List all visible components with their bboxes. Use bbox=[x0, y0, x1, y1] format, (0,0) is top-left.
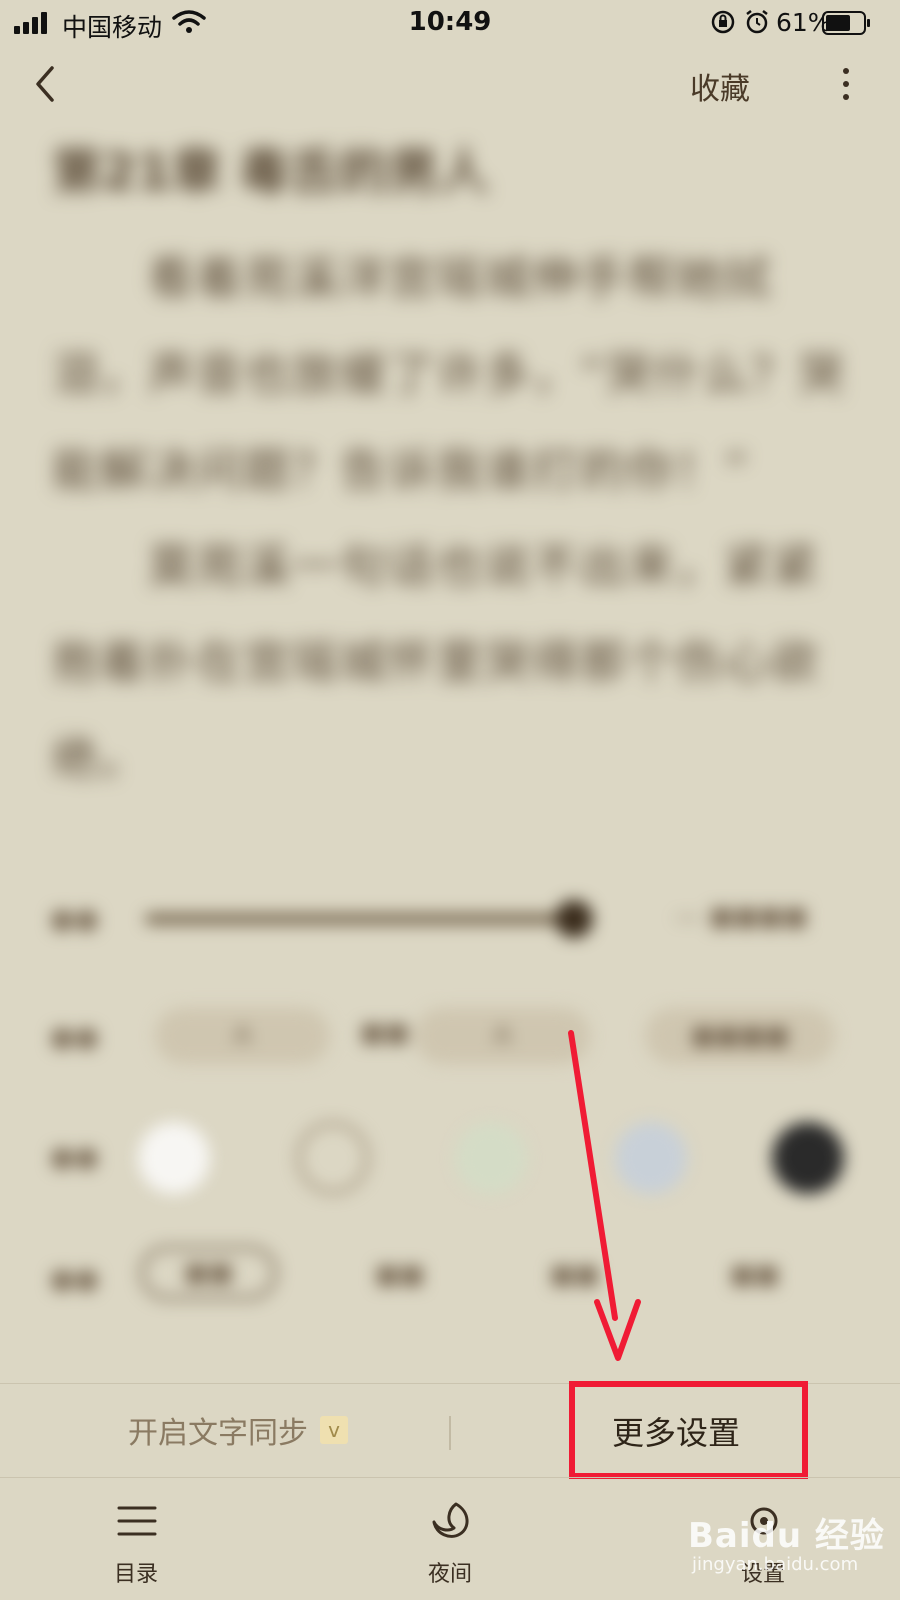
page-mode-option[interactable]: ■■ bbox=[730, 1260, 779, 1290]
reading-content: 第21章 毒舌的男人 看着苑溪洋宫瑶城伸手帮她拭泪，声音也放缓了许多，“哭什么？… bbox=[52, 132, 852, 806]
more-settings-button[interactable]: 更多设置 bbox=[612, 1408, 740, 1454]
tab-catalog[interactable]: 目录 bbox=[76, 1488, 196, 1598]
divider bbox=[0, 1383, 900, 1384]
tab-night-mode[interactable]: 夜间 bbox=[390, 1488, 510, 1598]
settings-icon bbox=[750, 1507, 778, 1535]
page-mode-option[interactable]: ■■ bbox=[375, 1260, 424, 1290]
tab-settings[interactable]: 设置 bbox=[703, 1488, 823, 1598]
brightness-slider-track[interactable] bbox=[145, 914, 575, 924]
page-turn-row: ●● ■■ ■■ ■■ ■■ bbox=[50, 1240, 850, 1320]
favorite-button[interactable]: 收藏 bbox=[690, 64, 750, 108]
background-green-swatch[interactable] bbox=[455, 1122, 527, 1194]
back-icon[interactable] bbox=[30, 64, 60, 104]
paragraph: 莫苑溪一句话也说不出来，紧紧抱着扑在宫瑶城怀里哭得那个伤心欲绝。 bbox=[52, 539, 820, 785]
more-options-icon[interactable] bbox=[836, 66, 856, 102]
text-sync-label: 开启文字同步 bbox=[128, 1416, 308, 1451]
chapter-title: 第21章 毒舌的男人 bbox=[52, 143, 489, 201]
brightness-slider-thumb[interactable] bbox=[555, 900, 593, 938]
background-dark-swatch[interactable] bbox=[772, 1122, 844, 1194]
reader-top-bar: 收藏 bbox=[0, 50, 900, 120]
rotation-lock-icon bbox=[711, 10, 735, 34]
reading-settings-panel: ●● — ■■■■ ●● A ■■ A ■■■■ ●● ●● ■■ ■■ ■■ … bbox=[0, 880, 900, 1320]
paragraph: 看着苑溪洋宫瑶城伸手帮她拭泪，声音也放缓了许多，“哭什么？哭能解决问题？告诉我谁… bbox=[52, 251, 846, 497]
font-type-chip[interactable]: ■■■■ bbox=[645, 1008, 835, 1064]
menu-icon bbox=[117, 1506, 157, 1536]
font-decrease-chip[interactable]: A bbox=[155, 1008, 330, 1064]
page-mode-option[interactable]: ■■ bbox=[550, 1260, 599, 1290]
background-blue-swatch[interactable] bbox=[615, 1122, 687, 1194]
moon-icon bbox=[432, 1502, 469, 1538]
font-increase-chip[interactable]: A bbox=[415, 1008, 590, 1064]
background-white-swatch[interactable] bbox=[138, 1122, 210, 1194]
divider bbox=[449, 1416, 451, 1450]
battery-icon bbox=[822, 11, 870, 35]
background-cream-swatch[interactable] bbox=[297, 1122, 369, 1194]
chevron-down-icon: v bbox=[320, 1416, 348, 1444]
tab-label: 设置 bbox=[740, 1562, 785, 1587]
status-bar: 中国移动 10:49 61% bbox=[0, 0, 900, 46]
alarm-icon bbox=[746, 10, 768, 34]
text-sync-toggle[interactable]: 开启文字同步 v bbox=[128, 1408, 348, 1452]
brightness-row: ●● — ■■■■ bbox=[50, 880, 850, 960]
font-size-row: ●● A ■■ A ■■■■ bbox=[50, 998, 850, 1078]
tab-label: 目录 bbox=[113, 1562, 158, 1587]
tab-label: 夜间 bbox=[427, 1562, 472, 1587]
background-row: ●● bbox=[50, 1118, 850, 1198]
divider bbox=[0, 1477, 900, 1478]
page-mode-option[interactable]: ■■ bbox=[140, 1246, 278, 1300]
